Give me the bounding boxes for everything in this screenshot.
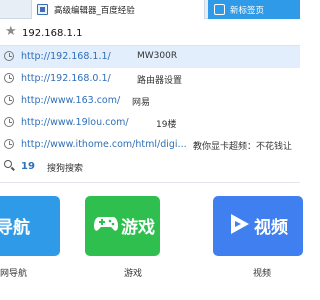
- suggestion-item[interactable]: http://192.168.0.1/ 路由器设置: [0, 68, 300, 90]
- play-icon: [231, 214, 249, 234]
- tile-label: 游戏: [121, 218, 155, 238]
- page-icon: [37, 4, 48, 15]
- tab-new-tab[interactable]: 新标签页: [208, 0, 300, 19]
- search-engine-label: 搜狗搜索: [47, 164, 84, 174]
- suggestion-title: 网易: [132, 98, 151, 108]
- search-suggestion-item[interactable]: 19 搜狗搜索: [0, 156, 300, 178]
- history-clock-icon: [4, 51, 14, 61]
- games-tile[interactable]: 游戏: [85, 196, 160, 256]
- suggestion-url: http://192.168.1.1/: [21, 51, 111, 62]
- gamepad-icon: [94, 217, 118, 231]
- suggestion-item[interactable]: http://192.168.1.1/ MW300R: [0, 46, 300, 68]
- tab-bar: 高级编辑器_百度经验 新标签页: [0, 0, 300, 19]
- suggestion-url: http://www.19lou.com/: [21, 117, 129, 128]
- history-clock-icon: [4, 117, 14, 127]
- tile-caption: 视频: [253, 269, 272, 279]
- quick-access-tiles: 导航 游戏 视频 网导航 游戏 视频: [0, 183, 303, 300]
- history-clock-icon: [4, 73, 14, 83]
- tile-label: 导航: [0, 218, 30, 238]
- tab-title: 高级编辑器_百度经验: [54, 6, 135, 16]
- suggestion-item[interactable]: http://www.163.com/ 网易: [0, 90, 300, 112]
- history-clock-icon: [4, 95, 14, 105]
- suggestion-url: http://www.ithome.com/html/digi...: [21, 139, 187, 150]
- address-bar: ★: [0, 20, 300, 46]
- suggestion-title: 19楼: [156, 120, 177, 130]
- tile-label: 视频: [254, 218, 288, 238]
- suggestion-title: 路由器设置: [137, 76, 183, 86]
- suggestion-url: http://192.168.0.1/: [21, 73, 111, 84]
- navigation-tile[interactable]: 导航: [0, 196, 60, 256]
- search-icon: [4, 160, 12, 168]
- tab-baidu-jingyan[interactable]: 高级编辑器_百度经验: [31, 0, 205, 19]
- suggestion-item[interactable]: http://www.ithome.com/html/digi... 教你显卡超…: [0, 134, 300, 156]
- new-tab-icon: [214, 4, 225, 15]
- star-icon[interactable]: ★: [5, 24, 17, 39]
- history-clock-icon: [4, 139, 14, 149]
- address-input[interactable]: [22, 25, 292, 41]
- suggestion-title: MW300R: [137, 51, 178, 61]
- tile-caption: 游戏: [124, 269, 143, 279]
- tile-caption: 网导航: [0, 269, 28, 279]
- suggestion-url: http://www.163.com/: [21, 95, 121, 106]
- tab-title: 新标签页: [230, 6, 265, 16]
- suggestion-title: 教你显卡超频：不花钱让: [193, 142, 293, 152]
- suggestion-item[interactable]: http://www.19lou.com/ 19楼: [0, 112, 300, 134]
- search-query: 19: [21, 161, 35, 172]
- video-tile[interactable]: 视频: [213, 196, 303, 256]
